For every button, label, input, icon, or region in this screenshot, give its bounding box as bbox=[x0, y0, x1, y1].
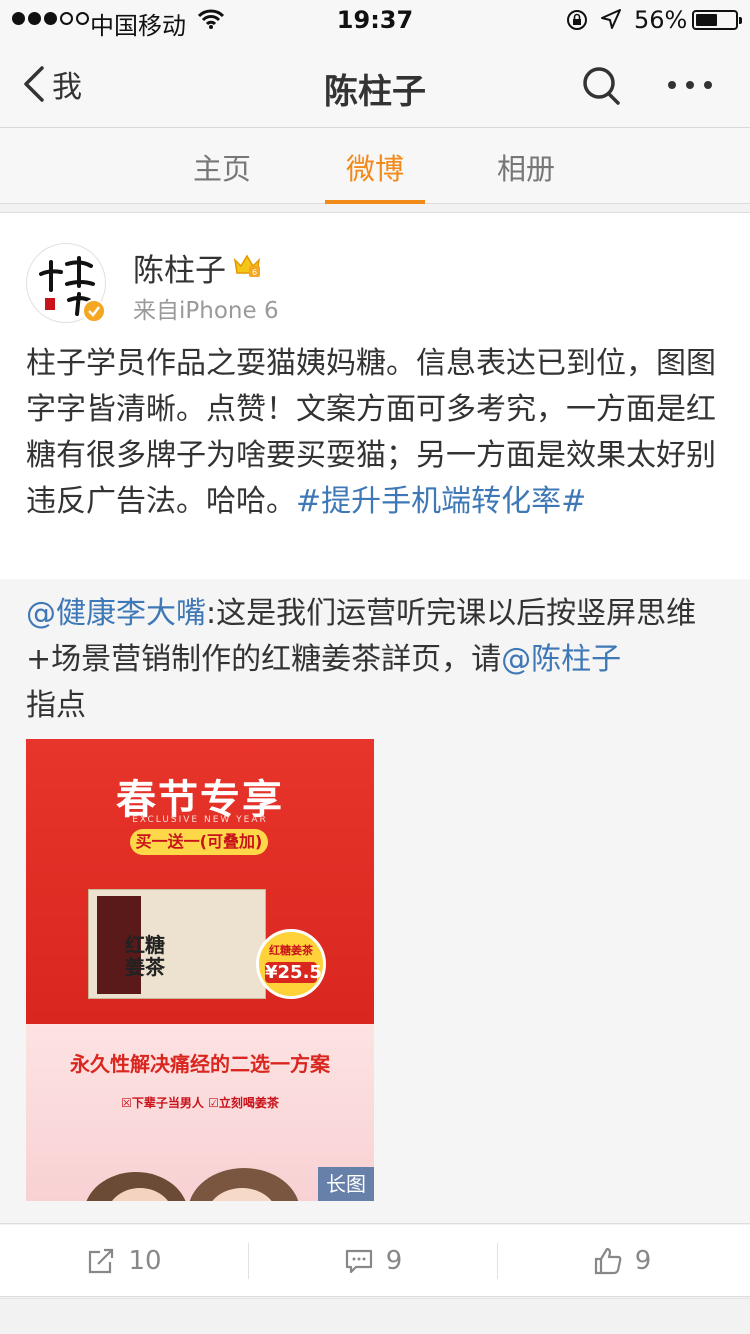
price-value: ¥25.5 bbox=[265, 962, 322, 983]
people-photo-icon bbox=[86, 1168, 299, 1201]
hashtag-link[interactable]: #提升手机端转化率# bbox=[296, 484, 586, 519]
post-image[interactable]: 春节专享 EXCLUSIVE NEW YEAR 买一送一(可叠加) 红糖姜茶 红… bbox=[26, 739, 374, 1201]
promo-badge: 买一送一(可叠加) bbox=[130, 829, 268, 855]
repost-tail: 指点 bbox=[26, 688, 86, 723]
profile-tabs: 主页 微博 相册 bbox=[0, 128, 750, 204]
repost-icon bbox=[89, 1248, 114, 1274]
product-label: 红糖姜茶 bbox=[125, 933, 165, 979]
tab-album[interactable]: 相册 bbox=[476, 146, 576, 188]
repost-count: 10 bbox=[128, 1246, 162, 1276]
repost-text: @健康李大嘴:这是我们运营听完课以后按竖屏思维+场景营销制作的红糖姜茶詳页，请@… bbox=[26, 591, 726, 729]
comment-count: 9 bbox=[385, 1246, 403, 1276]
post-source: 来自iPhone 6 bbox=[133, 298, 279, 324]
verified-badge-icon bbox=[82, 299, 106, 323]
poster-subtitle: EXCLUSIVE NEW YEAR bbox=[132, 815, 268, 825]
location-arrow-icon bbox=[601, 9, 621, 29]
like-count: 9 bbox=[634, 1246, 652, 1276]
comment-icon bbox=[345, 1249, 372, 1274]
tab-home[interactable]: 主页 bbox=[172, 146, 272, 188]
feed-gap bbox=[0, 1298, 750, 1334]
svg-text:6: 6 bbox=[252, 268, 257, 277]
mention-link[interactable]: @健康李大嘴 bbox=[26, 596, 206, 631]
battery-percent: 56% bbox=[634, 6, 688, 34]
poster-options: ☒下辈子当男人 ☑立刻喝姜茶 bbox=[121, 1096, 279, 1110]
vip-crown-icon[interactable]: 6 bbox=[232, 251, 262, 279]
post-action-bar: 10 9 9 bbox=[0, 1225, 750, 1297]
search-icon[interactable] bbox=[580, 64, 624, 108]
weibo-post-card[interactable]: 陈柱子 6 来自iPhone 6 柱子学员作品之耍猫姨妈糖。信息表达已到位，图图… bbox=[0, 212, 750, 1224]
like-button[interactable]: 9 bbox=[498, 1225, 746, 1297]
price-badge: 红糖姜茶 ¥25.5 bbox=[256, 929, 326, 999]
rotation-lock-icon bbox=[567, 10, 587, 30]
page-title: 陈柱子 bbox=[324, 72, 426, 112]
more-icon[interactable] bbox=[664, 70, 716, 100]
battery-icon bbox=[692, 10, 742, 30]
product-box-image: 红糖姜茶 bbox=[88, 889, 266, 999]
poster-slogan: 永久性解决痛经的二选一方案 bbox=[70, 1052, 330, 1076]
repost-button[interactable]: 10 bbox=[0, 1225, 248, 1297]
comment-button[interactable]: 9 bbox=[249, 1225, 497, 1297]
mention-link-author[interactable]: @陈柱子 bbox=[501, 642, 621, 677]
thumbs-up-icon bbox=[594, 1247, 622, 1275]
active-tab-indicator bbox=[325, 200, 425, 204]
post-text: 柱子学员作品之耍猫姨妈糖。信息表达已到位，图图字字皆清晰。点赞！文案方面可多考究… bbox=[26, 341, 726, 525]
navigation-bar: 我 陈柱子 bbox=[0, 40, 750, 128]
reposted-content[interactable]: @健康李大嘴:这是我们运营听完课以后按竖屏思维+场景营销制作的红糖姜茶詳页，请@… bbox=[0, 579, 750, 1223]
price-tag-label: 红糖姜茶 bbox=[269, 944, 313, 957]
author-name[interactable]: 陈柱子 bbox=[133, 245, 226, 290]
status-bar: 中国移动 19:37 56% bbox=[0, 0, 750, 40]
long-image-badge: 长图 bbox=[318, 1167, 374, 1201]
tab-weibo[interactable]: 微博 bbox=[325, 146, 425, 188]
